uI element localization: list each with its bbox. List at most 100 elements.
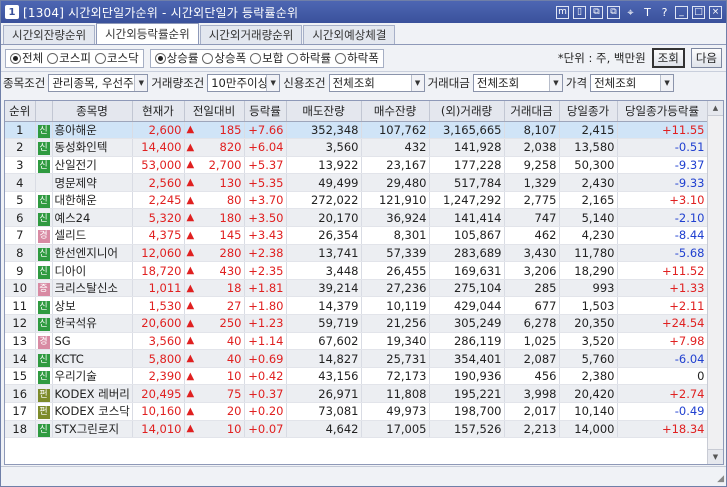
next-button[interactable]: 다음 <box>690 48 722 68</box>
scroll-up-icon[interactable]: ▲ <box>708 101 723 116</box>
trade-volume-cell: 141,414 <box>429 208 505 228</box>
market-radio-label: 전체 <box>22 51 44 65</box>
column-header-0[interactable]: 순위 <box>5 101 36 122</box>
table-row[interactable]: 18 신 STX그린로지 14,010 ▲ 10 +0.07 4,642 17,005 157,5… <box>5 420 708 439</box>
column-header-7[interactable]: 매수잔량 <box>361 101 430 122</box>
bid-volume-cell: 432 <box>361 138 430 157</box>
table-row[interactable]: 13 경 SG 3,560 ▲ 40 +1.14 67,602 19,340 286,119 1,0… <box>5 332 708 351</box>
column-header-10[interactable]: 당일종가 <box>559 101 618 122</box>
resize-grip-icon[interactable]: ◢ <box>717 474 724 484</box>
table-row[interactable]: 4 명문제약 2,560 ▲ 130 +5.35 49,499 29,480 517,784 1,… <box>5 173 708 192</box>
radio-dot-icon[interactable] <box>10 52 21 64</box>
window-icon[interactable]: ▯ <box>573 5 586 19</box>
column-header-5[interactable]: 등락률 <box>244 101 287 122</box>
stock-condition-select[interactable]: 관리종목, 우선주 ▼ <box>48 73 149 92</box>
price-condition-select[interactable]: 전체조회 ▼ <box>590 73 675 92</box>
table-row[interactable]: 15 신 우리기술 2,390 ▲ 10 +0.42 43,156 72,173 190,936 4… <box>5 367 708 386</box>
radio-dot-icon[interactable] <box>287 52 299 64</box>
table-row[interactable]: 2 신 동성화인텍 14,400 ▲ 820 +6.04 3,560 432 141,928 2,0… <box>5 138 708 157</box>
table-row[interactable]: 11 신 상보 1,530 ▲ 27 +1.80 14,379 10,119 429,044 677… <box>5 296 708 316</box>
change-wrap: ▲ 27 <box>187 299 242 313</box>
table-row[interactable]: 7 경 셀리드 4,375 ▲ 145 +3.43 26,354 8,301 105,867 462… <box>5 226 708 245</box>
column-header-1[interactable] <box>35 101 53 122</box>
price-cell: 14,400 <box>132 138 185 157</box>
tab-1[interactable]: 시간외등락률순위 <box>96 23 199 44</box>
table-row[interactable]: 16 펀 KODEX 레버리 20,495 ▲ 75 +0.37 26,971 11,808 19… <box>5 384 708 403</box>
tab-3[interactable]: 시간외예상체결 <box>303 25 396 44</box>
table-body: 1 신 흥아해운 2,600 ▲ 185 +7.66 352,348 107,762 3,165,… <box>5 121 708 439</box>
table-row[interactable]: 6 신 예스24 5,320 ▲ 180 +3.50 20,170 36,924 141,414 7… <box>5 208 708 228</box>
change-value: 280 <box>219 245 242 260</box>
table-row[interactable]: 12 신 한국석유 20,600 ▲ 250 +1.23 59,719 21,256 305,24… <box>5 314 708 333</box>
radio-dot-icon[interactable] <box>335 52 347 64</box>
minimize-icon[interactable]: _ <box>675 5 688 19</box>
column-header-8[interactable]: (외)거래량 <box>429 101 505 122</box>
rank-cell: 9 <box>5 261 36 280</box>
column-header-11[interactable]: 당일종가등락률 <box>617 101 708 122</box>
copy-icon[interactable]: ⧉ <box>590 5 603 19</box>
chevron-down-icon[interactable]: ▼ <box>266 74 280 91</box>
amount-condition-value: 전체조회 <box>476 75 520 90</box>
tab-0[interactable]: 시간외잔량순위 <box>3 25 96 44</box>
credit-condition-select[interactable]: 전체조회 ▼ <box>328 73 425 92</box>
close-price-cell: 5,140 <box>559 208 618 228</box>
ask-volume-cell: 20,170 <box>286 208 362 228</box>
table-row[interactable]: 8 신 한선엔지니어 12,060 ▲ 280 +2.38 13,741 57,339 283,6… <box>5 244 708 263</box>
rate-cell: +2.35 <box>244 261 287 280</box>
table-row[interactable]: 3 신 산일전기 53,000 ▲ 2,700 +5.37 13,922 23,167 177,2… <box>5 156 708 175</box>
help-icon[interactable]: ? <box>658 6 671 19</box>
radio-dot-icon[interactable] <box>154 52 166 64</box>
close-price-cell: 20,350 <box>559 314 618 333</box>
pin-icon[interactable]: ⌖ <box>624 6 637 19</box>
sort-radio-label: 상승폭 <box>214 51 247 65</box>
chevron-down-icon[interactable]: ▼ <box>410 74 424 91</box>
radio-dot-icon[interactable] <box>250 52 262 64</box>
ask-volume-cell: 26,971 <box>286 384 362 403</box>
chevron-down-icon[interactable]: ▼ <box>548 74 562 91</box>
market-radio-2[interactable]: 코스닥 <box>94 50 139 66</box>
sort-radio-1[interactable]: 상승폭 <box>202 50 246 66</box>
sort-radio-0[interactable]: 상승률 <box>154 50 198 66</box>
table-row[interactable]: 10 증 크리스탈신소 1,011 ▲ 18 +1.81 39,214 27,236 275,10… <box>5 279 708 298</box>
up-arrow-icon: ▲ <box>186 405 195 417</box>
title-bar[interactable]: 1 [1304] 시간외단일가순위 - 시간외단일가 등락률순위 m ▯ ⧉ ⧉ ⌖ T?… <box>1 1 726 23</box>
column-header-2[interactable]: 종목명 <box>52 101 133 122</box>
table-row[interactable]: 17 펀 KODEX 코스닥 10,160 ▲ 20 +0.20 73,081 49,973 19… <box>5 402 708 421</box>
change-cell: ▲ 2,700 <box>184 156 245 175</box>
change-value: 18 <box>226 281 242 296</box>
sort-radio-4[interactable]: 하락폭 <box>335 50 379 66</box>
scroll-down-icon[interactable]: ▼ <box>708 449 723 464</box>
amount-condition-select[interactable]: 전체조회 ▼ <box>472 73 563 92</box>
vertical-scrollbar[interactable]: ▲ ▼ <box>707 101 723 464</box>
radio-dot-icon[interactable] <box>47 52 59 64</box>
rate-cell: +0.69 <box>244 349 287 368</box>
sort-radio-2[interactable]: 보합 <box>250 50 283 66</box>
column-header-3[interactable]: 현재가 <box>132 101 185 122</box>
volume-condition-select[interactable]: 10만주이상 ▼ <box>207 73 281 92</box>
table-row[interactable]: 14 신 KCTC 5,800 ▲ 40 +0.69 14,827 25,731 354,401 2… <box>5 349 708 368</box>
change-wrap: ▲ 80 <box>187 193 242 207</box>
radio-dot-icon[interactable] <box>202 52 214 64</box>
trade-volume-cell: 169,631 <box>429 261 505 280</box>
chevron-down-icon[interactable]: ▼ <box>134 74 148 91</box>
table-row[interactable]: 1 신 흥아해운 2,600 ▲ 185 +7.66 352,348 107,762 3,165,… <box>5 121 708 140</box>
column-header-4[interactable]: 전일대비 <box>184 101 245 122</box>
column-header-6[interactable]: 매도잔량 <box>286 101 362 122</box>
chevron-down-icon[interactable]: ▼ <box>660 74 674 91</box>
radio-dot-icon[interactable] <box>94 52 106 64</box>
change-value: 145 <box>219 228 242 243</box>
market-radio-1[interactable]: 코스피 <box>47 50 91 66</box>
market-radio-0[interactable]: 전체 <box>10 50 43 66</box>
memo-icon[interactable]: m <box>556 5 569 19</box>
table-row[interactable]: 9 신 디아이 18,720 ▲ 430 +2.35 3,448 26,455 169,631 3,… <box>5 261 708 280</box>
link-icon[interactable]: ⧉ <box>607 5 620 19</box>
sort-radio-3[interactable]: 하락률 <box>287 50 331 66</box>
column-header-9[interactable]: 거래대금 <box>504 101 560 122</box>
maximize-icon[interactable]: □ <box>692 5 705 19</box>
rank-cell: 8 <box>5 244 36 263</box>
table-row[interactable]: 5 신 대한해운 2,245 ▲ 80 +3.70 272,022 121,910 1,247,2… <box>5 191 708 210</box>
text-icon[interactable]: T <box>641 6 654 19</box>
close-icon[interactable]: × <box>709 5 722 19</box>
tab-2[interactable]: 시간외거래량순위 <box>199 25 303 44</box>
query-button[interactable]: 조회 <box>651 48 685 68</box>
